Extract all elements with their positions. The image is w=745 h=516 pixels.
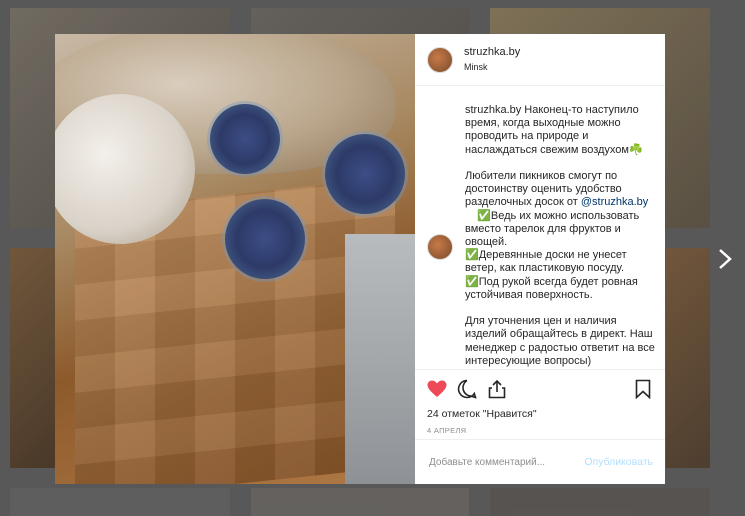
- comment-button[interactable]: [457, 379, 477, 399]
- avatar[interactable]: [427, 46, 453, 73]
- add-comment-bar: Опубликовать: [415, 439, 665, 484]
- publish-button[interactable]: Опубликовать: [584, 456, 653, 468]
- thistle-flower: [210, 104, 280, 174]
- thistle-flower: [325, 134, 405, 214]
- mention-link[interactable]: @struzhka.by: [581, 196, 648, 208]
- post-sidebar: struzhka.by Minsk struzhka.by Наконец-то…: [415, 34, 665, 484]
- chevron-right-icon: [719, 249, 732, 269]
- next-post-button[interactable]: [712, 246, 738, 272]
- share-icon: [488, 379, 506, 399]
- post-actions: 24 отметок "Нравится" 4 апреля: [415, 369, 665, 439]
- like-button[interactable]: [427, 379, 447, 399]
- post-header: struzhka.by Minsk: [415, 34, 665, 86]
- post-modal: struzhka.by Minsk struzhka.by Наконец-то…: [55, 34, 665, 484]
- foil-background: [345, 234, 415, 484]
- likes-count[interactable]: 24 отметок "Нравится": [427, 408, 653, 420]
- avatar[interactable]: [427, 234, 453, 260]
- post-caption: struzhka.by Наконец-то наступило время, …: [465, 104, 655, 368]
- save-button[interactable]: [633, 379, 653, 399]
- comment-input[interactable]: [427, 455, 585, 469]
- heart-icon: [427, 380, 447, 397]
- comment-icon: [457, 379, 477, 399]
- comments-area[interactable]: struzhka.by Наконец-то наступило время, …: [415, 86, 665, 369]
- bookmark-icon: [635, 379, 651, 399]
- username-link[interactable]: struzhka.by: [464, 46, 520, 59]
- post-photo[interactable]: [55, 34, 415, 484]
- caption-text: ✅Ведь их можно использовать вместо тарел…: [465, 209, 655, 367]
- location-link[interactable]: Minsk: [464, 61, 520, 73]
- thistle-flower: [225, 199, 305, 279]
- share-button[interactable]: [487, 379, 507, 399]
- post-date[interactable]: 4 апреля: [427, 426, 653, 435]
- caption-text: Наконец-то наступило время, когда выходн…: [465, 104, 643, 209]
- caption-username[interactable]: struzhka.by: [465, 104, 521, 116]
